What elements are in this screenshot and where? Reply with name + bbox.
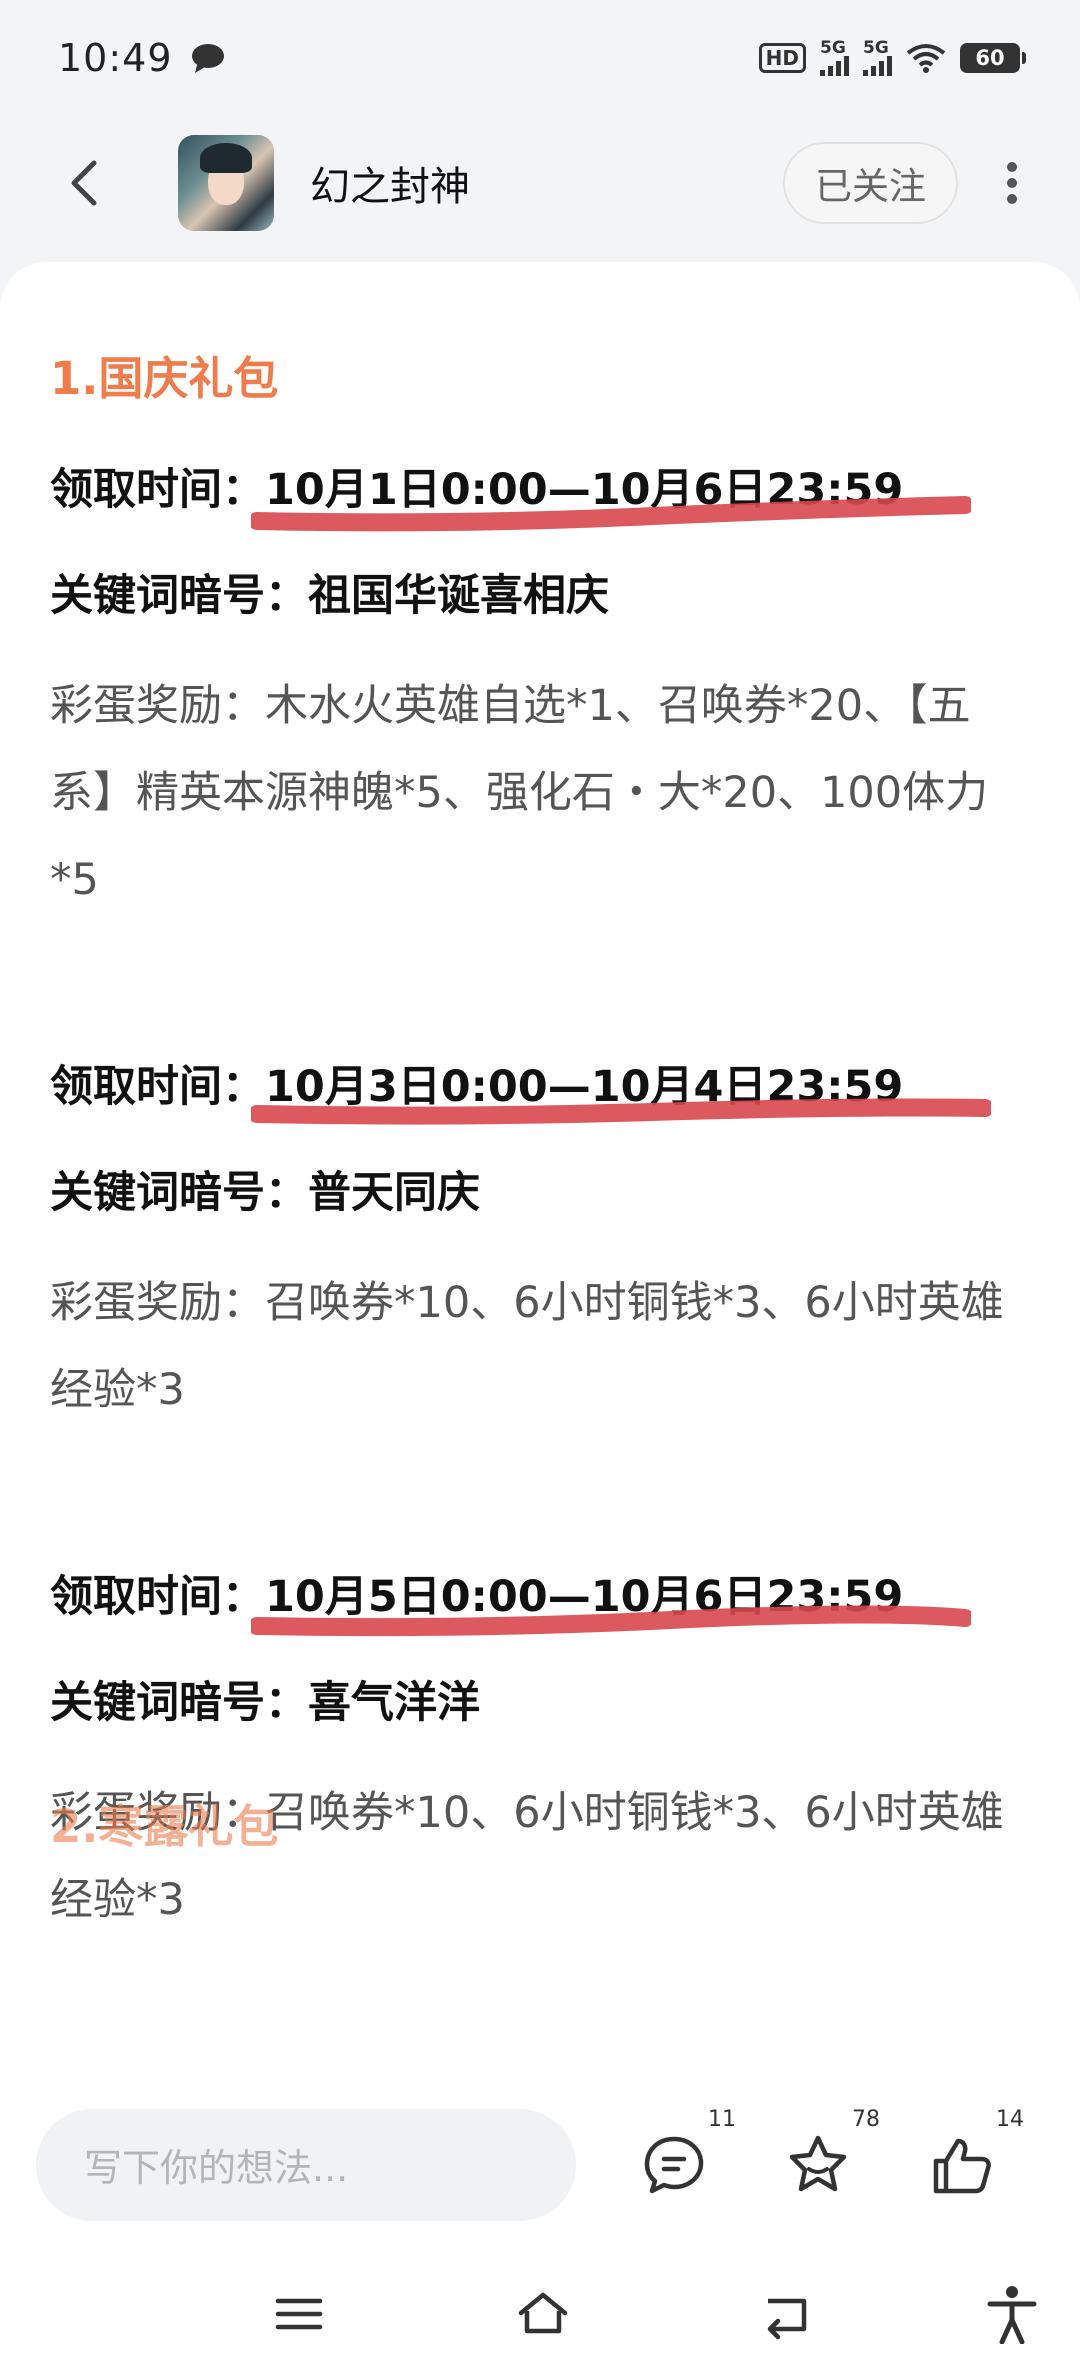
- comments-count: 11: [708, 2106, 736, 2132]
- hd-voice-badge: HD: [758, 42, 806, 73]
- app-avatar[interactable]: [178, 135, 274, 231]
- keyword-line: 关键词暗号：祖国华诞喜相庆: [50, 561, 1030, 623]
- comment-placeholder: 写下你的想法...: [84, 2146, 349, 2190]
- favorites-count: 78: [852, 2106, 880, 2132]
- status-bar: 10:49 HD 5G 5G 60: [0, 0, 1080, 115]
- like-button[interactable]: 14: [930, 2107, 1024, 2197]
- claim-time-line: 领取时间：10月5日0:00—10月6日23:59: [50, 1562, 1030, 1637]
- app-title[interactable]: 幻之封神: [310, 154, 783, 212]
- keyword-label: 关键词暗号：: [50, 1678, 308, 1728]
- keyword-label: 关键词暗号：: [50, 1168, 308, 1218]
- likes-count: 14: [996, 2106, 1024, 2132]
- signal-strength-icon-2: 5G: [863, 37, 892, 76]
- battery-level: 60: [975, 45, 1005, 70]
- reward-text: 彩蛋奖励：召唤券*10、6小时铜钱*3、6小时英雄经验*3: [50, 1278, 1004, 1415]
- status-left: 10:49: [58, 36, 225, 80]
- accessibility-icon[interactable]: [984, 2284, 1040, 2344]
- status-time: 10:49: [58, 35, 173, 80]
- claim-time-line: 领取时间：10月1日0:00—10月6日23:59: [50, 455, 1030, 532]
- follow-button[interactable]: 已关注: [783, 142, 958, 224]
- red-underline-mark: [251, 1098, 991, 1125]
- red-underline-mark: [251, 1605, 971, 1637]
- back-nav-icon: [767, 2298, 807, 2340]
- favorite-button[interactable]: 78: [786, 2107, 880, 2197]
- home-icon: [518, 2292, 568, 2334]
- claim-time-label: 领取时间：: [50, 1062, 265, 1112]
- signal-label-1: 5G: [820, 37, 846, 58]
- signal-strength-icon: 5G: [820, 37, 849, 76]
- signal-label-2: 5G: [863, 37, 889, 58]
- back-arrow-icon[interactable]: [56, 153, 116, 213]
- keyword-line: 关键词暗号：喜气洋洋: [50, 1668, 1030, 1730]
- comments-button[interactable]: 11: [642, 2107, 736, 2197]
- claim-time-line: 领取时间：10月3日0:00—10月4日23:59: [50, 1052, 1030, 1125]
- more-options-icon[interactable]: [1002, 153, 1022, 213]
- claim-time-value: 10月5日0:00—10月6日23:59: [251, 1572, 971, 1637]
- menu-nav-button[interactable]: [272, 2287, 326, 2341]
- system-nav-bar: [0, 2252, 1080, 2376]
- comment-bar: 写下你的想法... 11 78 14: [0, 2077, 1080, 2252]
- action-buttons: 11 78 14: [642, 2107, 1024, 2197]
- keyword-label: 关键词暗号：: [50, 571, 308, 621]
- home-nav-button[interactable]: [516, 2287, 570, 2341]
- red-underline-mark: [251, 496, 971, 532]
- claim-time-value: 10月1日0:00—10月6日23:59: [251, 465, 971, 532]
- claim-time-label: 领取时间：: [50, 1572, 265, 1622]
- keyword-value: 喜气洋洋: [308, 1678, 480, 1728]
- comment-icon: [644, 2136, 704, 2193]
- keyword-line: 关键词暗号：普天同庆: [50, 1158, 1030, 1220]
- wifi-icon: [906, 43, 946, 73]
- next-section-title: 2.寒露礼包: [50, 1800, 279, 1853]
- post-header: 幻之封神 已关注: [0, 118, 1080, 248]
- status-right: HD 5G 5G 60: [758, 37, 1026, 76]
- keyword-value: 普天同庆: [308, 1168, 480, 1218]
- claim-time-value: 10月3日0:00—10月4日23:59: [251, 1062, 991, 1125]
- back-nav-button[interactable]: [760, 2287, 814, 2341]
- menu-icon: [275, 2298, 323, 2330]
- star-icon: [789, 2135, 847, 2191]
- battery-icon: 60: [960, 42, 1026, 73]
- reward-text: 彩蛋奖励：木水火英雄自选*1、召唤券*20、【五系】精英本源神魄*5、强化石・大…: [50, 681, 989, 905]
- claim-time-label: 领取时间：: [50, 465, 265, 515]
- message-notification-icon: [191, 43, 224, 73]
- follow-label: 已关注: [815, 165, 926, 208]
- thumbs-up-icon: [933, 2138, 991, 2193]
- section-title: 1.国庆礼包: [50, 352, 279, 405]
- keyword-value: 祖国华诞喜相庆: [308, 571, 609, 621]
- comment-input[interactable]: 写下你的想法...: [36, 2108, 576, 2221]
